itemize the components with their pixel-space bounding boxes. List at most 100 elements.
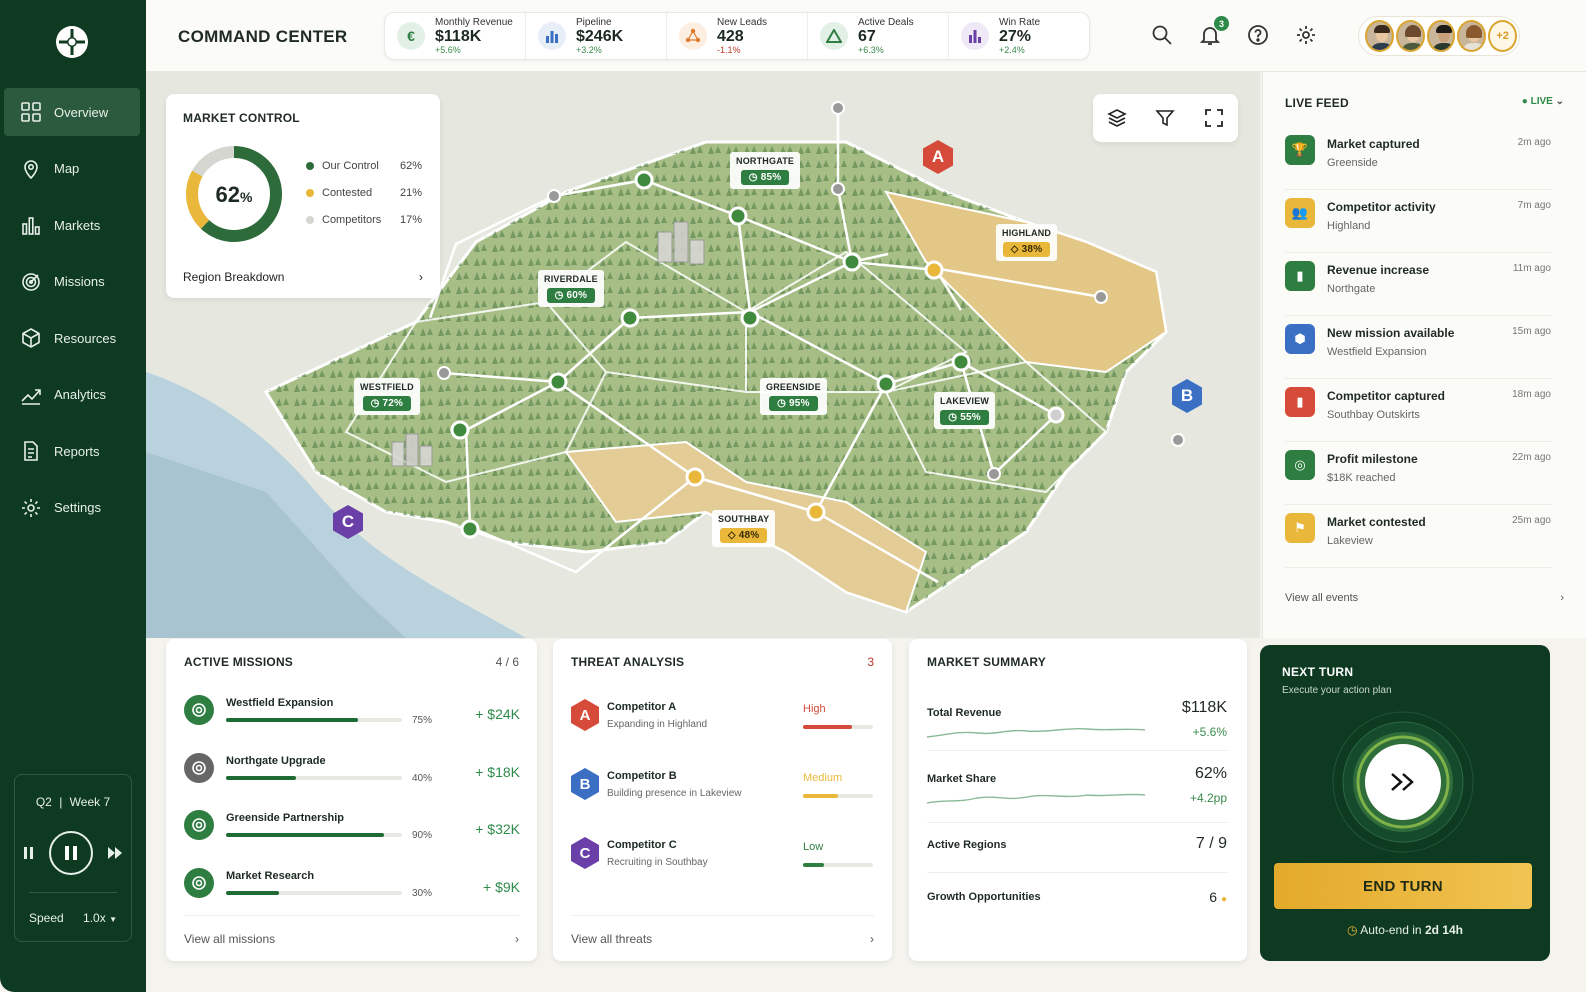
kpi-monthly-revenue[interactable]: € Monthly Revenue $118K +5.6% <box>385 13 526 59</box>
region-label-riverdale[interactable]: RIVERDALE ◷ 60% <box>538 270 604 307</box>
node-control[interactable] <box>450 420 470 440</box>
threat-item[interactable]: B Competitor B Building presence in Lakevi… <box>571 768 873 836</box>
sidebar-item-label: Map <box>54 161 80 176</box>
pause-button[interactable] <box>49 831 93 875</box>
turn-dial[interactable] <box>1328 707 1478 857</box>
threat-item[interactable]: A Competitor A Expanding in Highland High <box>571 699 873 767</box>
notification-badge: 3 <box>1214 16 1229 31</box>
layers-icon[interactable] <box>1107 108 1127 128</box>
kpi-new-leads[interactable]: New Leads 428 -1.1% <box>667 13 808 59</box>
notifications-button[interactable]: 3 <box>1199 16 1229 46</box>
mission-reward: + $9K <box>483 878 520 895</box>
sidebar-item-map[interactable]: Map <box>4 145 140 193</box>
node-neutral[interactable] <box>1047 406 1065 424</box>
region-label-northgate[interactable]: NORTHGATE ◷ 85% <box>730 152 801 189</box>
region-label-highland[interactable]: HIGHLAND ◇ 38% <box>996 224 1058 261</box>
sidebar-item-missions[interactable]: Missions <box>4 258 140 306</box>
settings-button[interactable] <box>1295 24 1317 46</box>
legend-swatch <box>306 215 314 224</box>
node-neutral[interactable] <box>987 467 1001 481</box>
feed-item[interactable]: ▮ Competitor captured Southbay Outskirts 18… <box>1285 379 1551 442</box>
avatar[interactable] <box>1395 20 1425 52</box>
summary-row-regions: Active Regions 7 / 9 <box>927 825 1227 873</box>
sidebar-item-resources[interactable]: Resources <box>4 314 140 362</box>
feed-item[interactable]: ⚑ Market contested Lakeview 25m ago <box>1285 505 1551 568</box>
avatar[interactable] <box>1365 20 1394 52</box>
end-turn-button[interactable]: END TURN <box>1274 863 1532 909</box>
node-control[interactable] <box>460 519 480 539</box>
feed-item[interactable]: ◎ Profit milestone $18K reached 22m ago <box>1285 442 1551 505</box>
kpi-pipeline[interactable]: Pipeline $246K +3.2% <box>526 13 667 59</box>
node-contested[interactable] <box>806 502 826 522</box>
sidebar-item-markets[interactable]: Markets <box>4 201 140 249</box>
mission-item[interactable]: Northgate Upgrade 40% + $18K <box>184 752 520 810</box>
view-all-missions-link[interactable]: View all missions › <box>184 915 519 961</box>
threat-level-fill <box>803 863 824 867</box>
help-button[interactable] <box>1247 24 1269 46</box>
region-breakdown-link[interactable]: Region Breakdown › <box>183 270 423 284</box>
mission-reward: + $24K <box>475 706 520 722</box>
app-logo[interactable] <box>56 26 88 58</box>
view-all-threats-link[interactable]: View all threats › <box>571 915 874 961</box>
kpi-win-rate[interactable]: Win Rate 27% +2.4% <box>949 13 1089 59</box>
filter-icon[interactable] <box>1155 108 1176 128</box>
kpi-delta: +3.2% <box>576 45 602 55</box>
pause-small-icon[interactable] <box>23 846 35 860</box>
help-icon <box>1248 25 1268 45</box>
search-button[interactable] <box>1151 24 1173 46</box>
node-control[interactable] <box>876 374 896 394</box>
node-neutral[interactable] <box>1171 433 1185 447</box>
node-neutral[interactable] <box>437 366 451 380</box>
fullscreen-icon[interactable] <box>1204 108 1224 128</box>
node-contested[interactable] <box>924 260 944 280</box>
speed-control[interactable]: Speed 1.0x ▼ <box>29 892 117 925</box>
sidebar-item-settings[interactable]: Settings <box>4 484 140 532</box>
node-neutral[interactable] <box>831 182 845 196</box>
region-label-southbay[interactable]: SOUTHBAY ◇ 48% <box>712 510 776 547</box>
node-control[interactable] <box>842 252 862 272</box>
region-value: 48% <box>738 530 760 541</box>
region-label-westfield[interactable]: WESTFIELD ◷ 72% <box>354 378 420 415</box>
more-members-badge[interactable]: +2 <box>1488 20 1517 52</box>
mission-item[interactable]: Westfield Expansion 75% + $24K <box>184 695 520 752</box>
feed-item-title: Market captured <box>1327 137 1420 151</box>
feed-item[interactable]: 🏆 Market captured Greenside 2m ago <box>1285 127 1551 190</box>
node-contested[interactable] <box>685 467 705 487</box>
node-control[interactable] <box>728 206 748 226</box>
kpi-active-deals[interactable]: Active Deals 67 +6.3% <box>808 13 949 59</box>
region-label-lakeview[interactable]: LAKEVIEW ◷ 55% <box>934 392 996 429</box>
sidebar-item-overview[interactable]: Overview <box>4 88 140 136</box>
fast-forward-icon[interactable] <box>107 846 123 860</box>
legend-value: 62% <box>399 159 422 172</box>
region-control-badge: ◷ 60% <box>546 288 596 303</box>
mission-item[interactable]: Greenside Partnership 90% + $32K <box>184 810 520 867</box>
legend-label: Our Control <box>322 159 379 172</box>
link-label: View all missions <box>184 931 276 946</box>
kpi-delta: -1.1% <box>717 45 741 55</box>
node-control[interactable] <box>740 308 760 328</box>
avatar[interactable] <box>1457 20 1487 52</box>
node-neutral[interactable] <box>831 101 845 115</box>
feed-item[interactable]: ▮ Revenue increase Northgate 11m ago <box>1285 253 1551 316</box>
region-label-greenside[interactable]: GREENSIDE ◷ 95% <box>760 378 827 415</box>
node-control[interactable] <box>634 170 654 190</box>
feed-item[interactable]: ⬢ New mission available Westfield Expansio… <box>1285 316 1551 379</box>
sidebar-item-reports[interactable]: Reports <box>4 427 140 475</box>
feed-item-subtitle: Northgate <box>1327 283 1376 295</box>
feed-item[interactable]: 👥 Competitor activity Highland 7m ago <box>1285 190 1551 253</box>
mission-percent: 75% <box>412 715 433 726</box>
team-avatars[interactable]: +2 <box>1358 16 1520 56</box>
feed-item-title: Profit milestone <box>1327 452 1418 466</box>
node-neutral[interactable] <box>1094 290 1108 304</box>
sidebar-item-analytics[interactable]: Analytics <box>4 371 140 419</box>
avatar[interactable] <box>1426 20 1456 52</box>
threat-item[interactable]: C Competitor C Recruiting in Southbay Low <box>571 837 873 905</box>
view-all-events-link[interactable]: View all events › <box>1285 592 1564 604</box>
live-status-dropdown[interactable]: ● LIVE ⌄ <box>1522 96 1564 110</box>
node-control[interactable] <box>620 308 640 328</box>
node-control[interactable] <box>951 352 971 372</box>
speed-select[interactable]: 1.0x ▼ <box>83 911 117 925</box>
node-control[interactable] <box>548 372 568 392</box>
region-value: 55% <box>960 412 981 423</box>
node-neutral[interactable] <box>547 189 561 203</box>
